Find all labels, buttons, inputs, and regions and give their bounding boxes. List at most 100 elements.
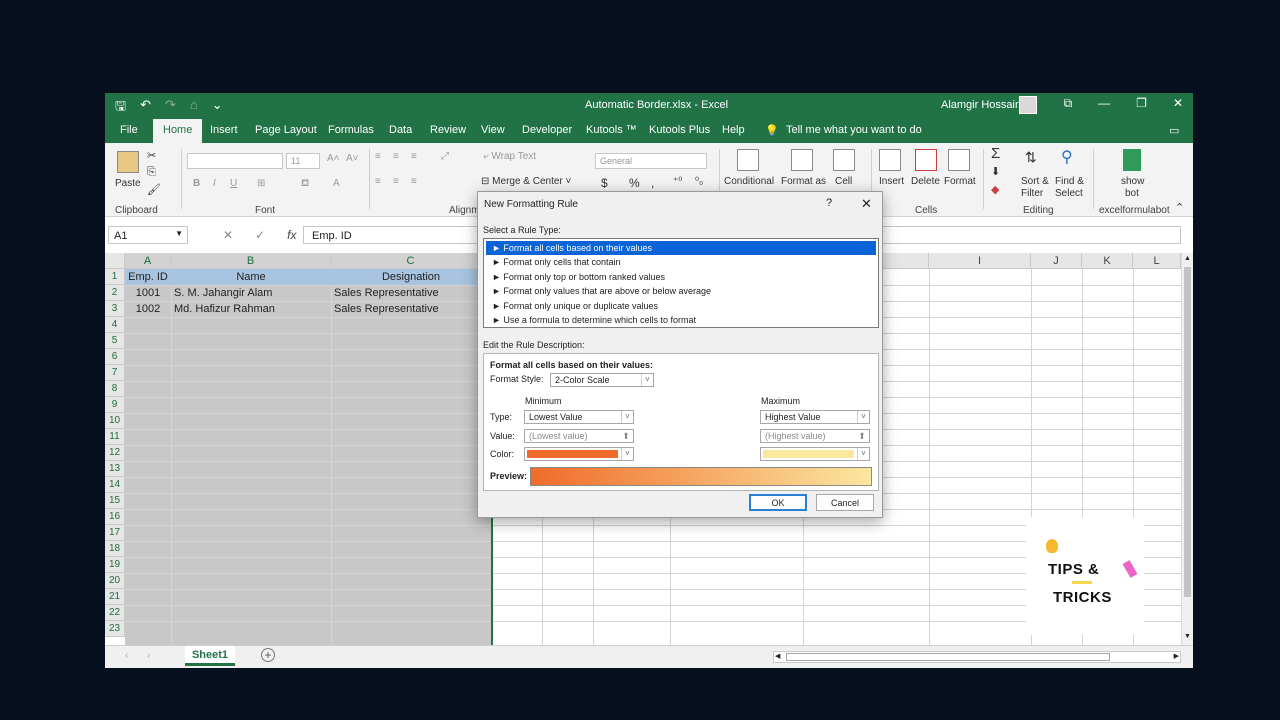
delete-cells-button[interactable]: Delete [911, 176, 940, 187]
row-header[interactable]: 16 [105, 509, 125, 525]
table-cell[interactable]: Md. Hafizur Rahman [171, 301, 331, 317]
row-header[interactable]: 12 [105, 445, 125, 461]
scroll-up-icon[interactable]: ▲ [1184, 255, 1191, 262]
tab-developer[interactable]: Developer [522, 124, 572, 136]
align-right-icon[interactable]: ≡ [411, 176, 417, 187]
min-type-dropdown[interactable]: Lowest Value ˅ [524, 410, 634, 424]
row-header[interactable]: 13 [105, 461, 125, 477]
select-all-corner[interactable] [105, 253, 125, 269]
tab-kutools[interactable]: Kutools ™ [586, 124, 637, 136]
tab-home[interactable]: Home [153, 119, 203, 143]
tab-help[interactable]: Help [722, 124, 745, 136]
column-header[interactable]: I [929, 253, 1031, 269]
table-cell[interactable]: 1001 [125, 285, 171, 301]
paste-icon[interactable] [117, 151, 139, 173]
orientation-icon[interactable]: ⤢ [441, 151, 449, 162]
list-item[interactable]: ► Format only top or bottom ranked value… [486, 270, 876, 284]
font-color-icon[interactable]: A [333, 178, 340, 189]
row-header[interactable]: 8 [105, 381, 125, 397]
format-painter-icon[interactable]: 🖌 [147, 183, 161, 196]
tab-formulas[interactable]: Formulas [328, 124, 374, 136]
undo-icon[interactable]: ↶ [140, 97, 151, 119]
increase-decimal-icon[interactable]: ⁺⁰ [673, 176, 682, 187]
list-item[interactable]: ► Format only values that are above or b… [486, 284, 876, 298]
tab-data[interactable]: Data [389, 124, 412, 136]
row-header[interactable]: 10 [105, 413, 125, 429]
table-cell[interactable]: S. M. Jahangir Alam [171, 285, 331, 301]
tab-insert[interactable]: Insert [210, 124, 238, 136]
scroll-right-icon[interactable]: ▶ [1174, 652, 1179, 660]
column-header[interactable]: B [171, 253, 331, 269]
comments-icon[interactable]: ▭ [1169, 124, 1179, 137]
conditional-formatting-icon[interactable] [737, 149, 759, 171]
row-header[interactable]: 4 [105, 317, 125, 333]
tab-view[interactable]: View [481, 124, 505, 136]
format-as-table-button[interactable]: Format as [781, 176, 826, 187]
list-item[interactable]: ► Use a formula to determine which cells… [486, 313, 876, 327]
scroll-down-icon[interactable]: ▼ [1184, 633, 1191, 640]
row-header[interactable]: 6 [105, 349, 125, 365]
find-select-button[interactable]: Find & [1055, 176, 1084, 187]
copy-icon[interactable]: ⎘ [147, 166, 156, 179]
paste-button[interactable]: Paste [115, 178, 141, 189]
column-header[interactable]: C [331, 253, 491, 269]
format-cells-icon[interactable] [948, 149, 970, 171]
insert-cells-icon[interactable] [879, 149, 901, 171]
sheet-tab[interactable]: Sheet1 [185, 646, 235, 666]
row-header[interactable]: 11 [105, 429, 125, 445]
help-button[interactable]: ? [826, 197, 832, 209]
column-header[interactable]: A [125, 253, 171, 269]
table-header-cell[interactable]: Designation [331, 269, 491, 285]
row-header[interactable]: 18 [105, 541, 125, 557]
tab-file[interactable]: File [120, 124, 138, 136]
column-header[interactable]: L [1133, 253, 1181, 269]
format-cells-button[interactable]: Format [944, 176, 976, 187]
formula-bot-icon[interactable] [1123, 149, 1141, 171]
column-header[interactable]: K [1082, 253, 1133, 269]
percent-button[interactable]: % [629, 176, 640, 190]
scrollbar-thumb[interactable] [1184, 267, 1191, 597]
collapse-dialog-icon[interactable]: ⬆ [856, 430, 868, 442]
row-header[interactable]: 14 [105, 477, 125, 493]
avatar[interactable] [1019, 96, 1037, 114]
sort-filter-icon[interactable]: ⇅ [1025, 149, 1037, 166]
scroll-left-icon[interactable]: ◀ [775, 652, 780, 660]
prev-sheet-icon[interactable]: ‹ [125, 650, 128, 661]
table-header-cell[interactable]: Name [171, 269, 331, 285]
max-value-input[interactable]: (Highest value) ⬆ [760, 429, 870, 443]
decrease-decimal-icon[interactable]: ⁰₀ [695, 176, 703, 187]
list-item[interactable]: ► Format only cells that contain [486, 255, 876, 269]
tell-me-search[interactable]: Tell me what you want to do [786, 124, 922, 136]
row-header[interactable]: 2 [105, 285, 125, 301]
restore-icon[interactable]: ❐ [1136, 96, 1147, 111]
search-icon[interactable]: ⚲ [1061, 147, 1073, 167]
row-header[interactable]: 3 [105, 301, 125, 317]
min-color-picker[interactable]: ˅ [524, 447, 634, 461]
row-header[interactable]: 9 [105, 397, 125, 413]
wrap-text-button[interactable]: ⤶ Wrap Text [483, 151, 536, 162]
user-name[interactable]: Alamgir Hossain [941, 99, 1021, 111]
collapse-ribbon-icon[interactable]: ⌃ [1175, 201, 1184, 214]
minimize-icon[interactable]: — [1098, 96, 1110, 111]
row-header[interactable]: 7 [105, 365, 125, 381]
align-left-icon[interactable]: ≡ [375, 176, 381, 187]
align-center-icon[interactable]: ≡ [393, 176, 399, 187]
font-size-dropdown[interactable]: 11 [286, 153, 320, 169]
cell-styles-button[interactable]: Cell [835, 176, 852, 187]
list-item[interactable]: ► Format only unique or duplicate values [486, 299, 876, 313]
row-header[interactable]: 23 [105, 621, 125, 637]
row-header[interactable]: 19 [105, 557, 125, 573]
cell-styles-icon[interactable] [833, 149, 855, 171]
borders-icon[interactable]: ⊞ [257, 178, 265, 189]
list-item[interactable]: ► Format all cells based on their values [486, 241, 876, 256]
enter-icon[interactable]: ✓ [255, 228, 265, 242]
font-name-dropdown[interactable] [187, 153, 283, 169]
cancel-button[interactable]: Cancel [816, 494, 874, 511]
table-header-cell[interactable]: Emp. ID [125, 269, 171, 285]
decrease-font-icon[interactable]: A˅ [346, 153, 359, 164]
next-sheet-icon[interactable]: › [147, 650, 150, 661]
save-icon[interactable]: 🖫 [115, 97, 126, 119]
format-as-table-icon[interactable] [791, 149, 813, 171]
cut-icon[interactable]: ✂ [147, 149, 156, 162]
table-cell[interactable]: Sales Representative [331, 301, 491, 317]
